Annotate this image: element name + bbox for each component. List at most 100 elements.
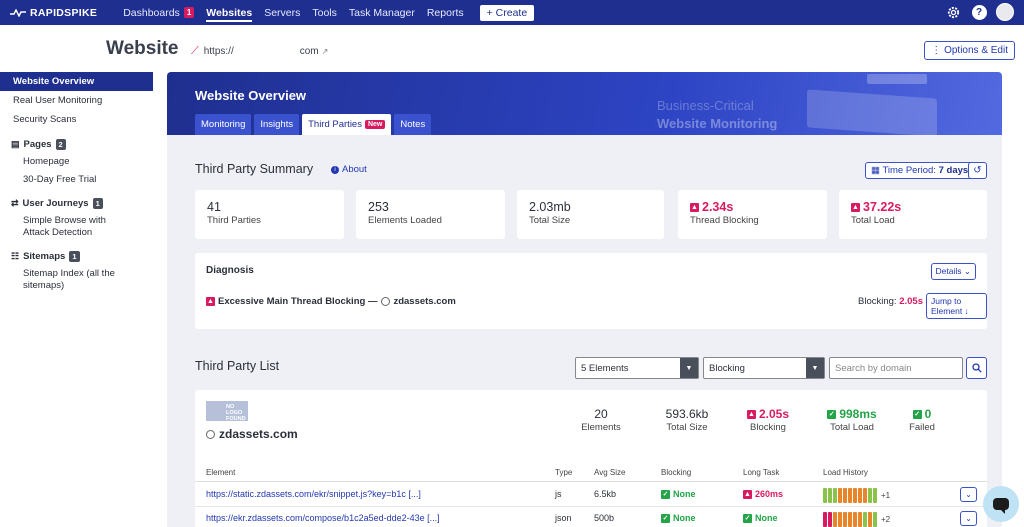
load-history-bar: [843, 512, 847, 527]
nav-websites[interactable]: Websites: [206, 0, 252, 25]
table-row: https://ekr.zdassets.com/compose/b1c2a5e…: [195, 507, 987, 527]
banner-watermark-line2: Website Monitoring: [657, 116, 778, 131]
check-icon: ✓: [743, 513, 752, 523]
nav-task-manager[interactable]: Task Manager: [349, 0, 415, 25]
element-url-link[interactable]: https://static.zdassets.com/ekr/snippet.…: [206, 489, 421, 499]
sidebar-item-website-overview[interactable]: Website Overview: [0, 72, 153, 91]
load-history-bar: [833, 488, 837, 503]
time-period-button[interactable]: ▦ Time Period: 7 days: [865, 162, 975, 179]
refresh-icon: ↺: [973, 165, 982, 176]
monitor-pulse-icon: ⟋: [191, 45, 199, 57]
vendor-stat-value: 593.6kb: [665, 407, 709, 421]
jump-to-element-button[interactable]: Jump to Element ↓: [926, 293, 987, 319]
vendor-stat-value: ▲ 2.05s: [740, 407, 796, 421]
warning-icon: ▲: [746, 409, 756, 419]
refresh-button[interactable]: ↺: [968, 162, 987, 179]
sidebar-item-real-user-monitoring[interactable]: Real User Monitoring: [0, 91, 153, 110]
blocking-value: 2.05s: [899, 296, 923, 307]
main-panel: Website Overview Business-Critical Websi…: [167, 72, 1002, 527]
details-button[interactable]: Details ⌄: [930, 263, 976, 280]
nav-reports[interactable]: Reports: [427, 0, 464, 25]
load-history-bar: [833, 512, 837, 527]
stat-label: Total Load: [851, 215, 895, 226]
stat-value-text: 2.34s: [702, 200, 734, 214]
nav-dashboards[interactable]: Dashboards 1: [123, 0, 195, 25]
vendor-stat-value: ✓ 0: [905, 407, 939, 421]
chevron-down-icon: ⌄: [965, 490, 972, 499]
nav-tools[interactable]: Tools: [312, 0, 337, 25]
stat-total-load: ▲ 37.22s Total Load: [839, 190, 987, 239]
chat-widget-button[interactable]: [983, 486, 1019, 522]
stat-value-text: 37.22s: [863, 200, 902, 214]
settings-gear-icon[interactable]: [944, 3, 962, 21]
nav-servers[interactable]: Servers: [264, 0, 300, 25]
blocking-summary: Blocking: 2.05s: [858, 296, 923, 307]
load-history-bar: [828, 512, 832, 527]
vendor-stat-value: 20: [594, 407, 608, 421]
pages-label: Pages: [23, 139, 52, 150]
sidebar-item-free-trial[interactable]: 30-Day Free Trial: [0, 171, 153, 189]
load-history-bar: [873, 488, 877, 503]
load-history-bars: +1: [823, 488, 890, 503]
rapidspike-logo[interactable]: RAPIDSPIKE: [10, 7, 97, 19]
domain-search-input[interactable]: [829, 357, 963, 379]
tab-insights[interactable]: Insights: [254, 114, 300, 135]
element-blocking: ✓ None: [661, 513, 696, 523]
sidebar-item-security-scans[interactable]: Security Scans: [0, 110, 153, 129]
sort-by-select[interactable]: Blocking ▼: [703, 357, 825, 379]
journeys-count-badge: 1: [92, 198, 103, 209]
issue-text: Excessive Main Thread Blocking —: [218, 296, 378, 307]
sidebar-section-pages[interactable]: ▤ Pages 2: [0, 134, 153, 153]
element-blocking: ✓ None: [661, 489, 696, 499]
long-task-value: None: [755, 513, 778, 523]
tab-third-parties[interactable]: Third Parties New: [302, 114, 392, 135]
create-button[interactable]: + Create: [479, 4, 535, 21]
nav-tools-label: Tools: [312, 6, 337, 19]
sidebar-item-simple-browse[interactable]: Simple Browse with Attack Detection: [0, 212, 153, 241]
vendor-stat-label: Total Load: [830, 422, 874, 433]
stat-thread-blocking: ▲ 2.34s Thread Blocking: [678, 190, 827, 239]
website-url[interactable]: ⟋ https:// com ↗: [191, 45, 328, 58]
element-type: js: [555, 489, 562, 499]
sidebar-section-sitemaps[interactable]: ☷ Sitemaps 1: [0, 246, 153, 265]
expand-row-button[interactable]: ⌄: [960, 511, 977, 526]
elements-count-select[interactable]: 5 Elements ▼: [575, 357, 699, 379]
sidebar-section-user-journeys[interactable]: ⇄ User Journeys 1: [0, 193, 153, 212]
chevron-down-icon: ▼: [680, 358, 698, 378]
search-button[interactable]: [966, 357, 987, 379]
chevron-down-icon: ⌄: [965, 514, 972, 523]
vendor-stat-total-size: 593.6kb Total Size: [657, 407, 717, 433]
warning-icon: ▲: [851, 202, 860, 212]
tab-monitoring[interactable]: Monitoring: [195, 114, 252, 135]
expand-row-button[interactable]: ⌄: [960, 487, 977, 502]
load-history-bars: +2: [823, 512, 890, 527]
page-title: Website: [106, 38, 179, 59]
about-link[interactable]: i About: [331, 164, 367, 175]
vendor-stat-label: Total Size: [666, 422, 708, 433]
journeys-label: User Journeys: [22, 198, 89, 209]
chat-bubble-icon: [993, 498, 1009, 514]
calendar-icon: ▦: [871, 165, 883, 176]
external-link-icon: ↗: [321, 47, 329, 56]
vendor-stat-total-load: ✓ 998ms Total Load: [821, 407, 883, 433]
load-history-bar: [838, 488, 842, 503]
tab-notes[interactable]: Notes: [394, 114, 432, 135]
load-history-bar: [848, 512, 852, 527]
element-url-link[interactable]: https://ekr.zdassets.com/compose/b1c2a5e…: [206, 513, 440, 523]
blocking-label: Blocking:: [858, 296, 897, 307]
sidebar-item-homepage[interactable]: Homepage: [0, 153, 153, 171]
stat-value: 253: [368, 200, 389, 214]
vendor-stat-failed: ✓ 0 Failed: [905, 407, 939, 433]
vendor-stat-label: Blocking: [750, 422, 786, 433]
help-button[interactable]: ?: [970, 3, 988, 21]
sidebar-item-sitemap-index[interactable]: Sitemap Index (all the sitemaps): [0, 265, 153, 294]
globe-icon: [381, 297, 391, 306]
diagnosis-card: Diagnosis Details ⌄ ▲ Excessive Main Thr…: [195, 253, 987, 329]
diagnosis-issue: ▲ Excessive Main Thread Blocking — zdass…: [206, 296, 456, 307]
sidebar: Website Overview Real User Monitoring Se…: [0, 72, 153, 294]
load-history-bar: [868, 512, 872, 527]
blocking-value: None: [673, 513, 696, 523]
user-avatar[interactable]: [996, 3, 1014, 21]
vendor-stat-value-text: 2.05s: [758, 407, 790, 421]
options-edit-button[interactable]: ⋮ Options & Edit: [924, 41, 1015, 60]
